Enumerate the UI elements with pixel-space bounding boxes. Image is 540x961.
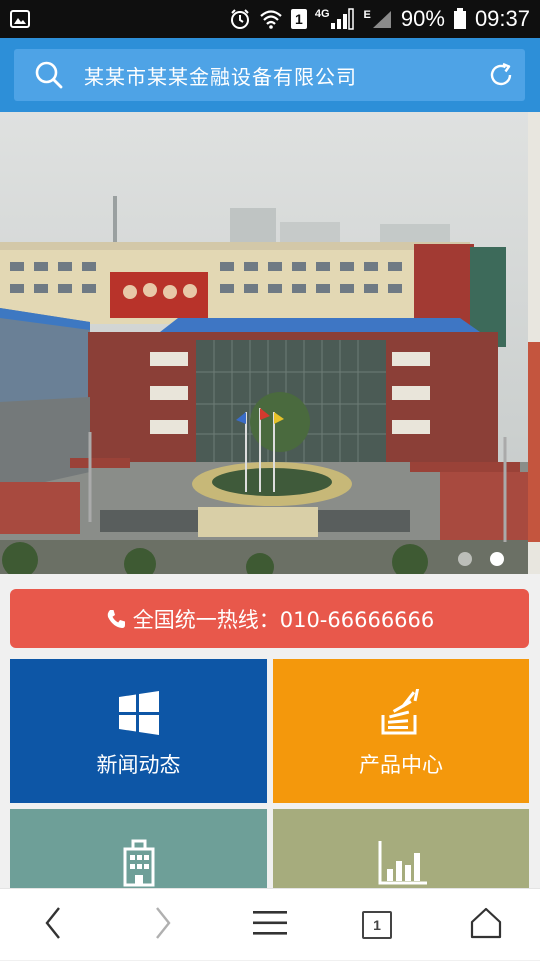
carousel-dot[interactable] [458,552,472,566]
battery-percent: 90% [400,6,445,31]
sim-indicator: 1 [290,9,307,29]
menu-button[interactable] [230,889,310,961]
banner-image [0,112,540,574]
forward-button[interactable] [123,889,203,961]
tile-products[interactable]: 产品中心 [273,659,529,803]
home-icon [470,907,502,943]
wifi-icon [259,9,283,29]
windows-icon [115,689,163,737]
bar-chart-icon [377,839,427,887]
home-button[interactable] [446,889,526,961]
network-type-label: 4G [314,8,330,20]
tile-news-label: 新闻动态 [96,753,181,777]
search-icon[interactable] [34,60,64,90]
signal-strength-4g: 4G [315,8,356,30]
hamburger-menu-icon [253,910,287,940]
refresh-icon[interactable] [487,61,515,89]
network2-type-label: E [363,9,371,21]
tile-company[interactable] [10,809,267,899]
chevron-right-icon [153,906,173,944]
back-button[interactable] [13,889,93,961]
browser-bottom-nav: 1 [0,888,540,960]
hotline-button[interactable]: 全国统一热线：010-66666666 [10,589,529,648]
tab-count-badge: 1 [362,911,392,939]
stack-icon [377,686,425,737]
search-bar[interactable]: 某某市某某金融设备有限公司 [14,49,525,101]
hotline-label: 全国统一热线：010-66666666 [132,607,435,632]
clock: 09:37 [474,6,530,31]
gallery-notification-icon [10,10,30,28]
carousel-dot-active[interactable] [490,552,504,566]
banner-carousel[interactable] [0,112,540,574]
tile-news[interactable]: 新闻动态 [10,659,267,803]
tile-products-label: 产品中心 [359,753,443,777]
alarm-icon [229,8,251,30]
status-bar: 1 4G E 90% 09:37 [0,0,540,38]
phone-icon [105,608,127,630]
signal-strength-e: E [364,9,393,29]
building-icon [115,839,163,887]
chevron-left-icon [43,906,63,944]
battery-icon [453,8,467,30]
carousel-indicators [458,552,504,566]
tabs-button[interactable]: 1 [337,889,417,961]
search-text[interactable]: 某某市某某金融设备有限公司 [84,61,357,90]
tile-stats[interactable] [273,809,529,899]
search-header: 某某市某某金融设备有限公司 [0,38,540,112]
